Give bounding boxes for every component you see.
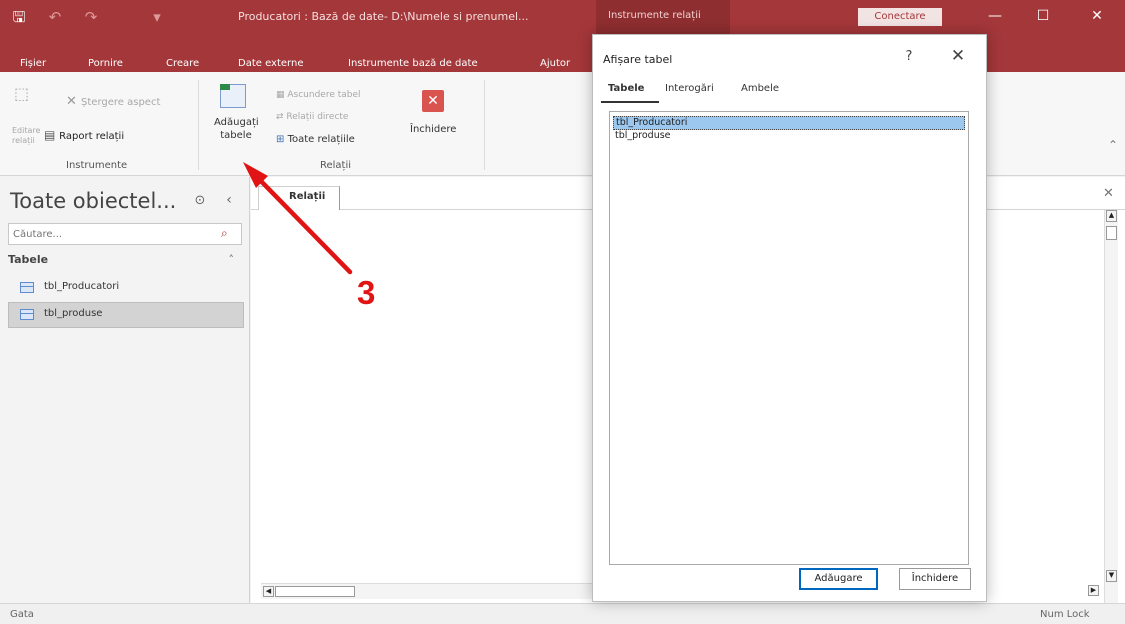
step-number: 3 <box>357 274 376 311</box>
annotation-arrow <box>243 162 353 275</box>
